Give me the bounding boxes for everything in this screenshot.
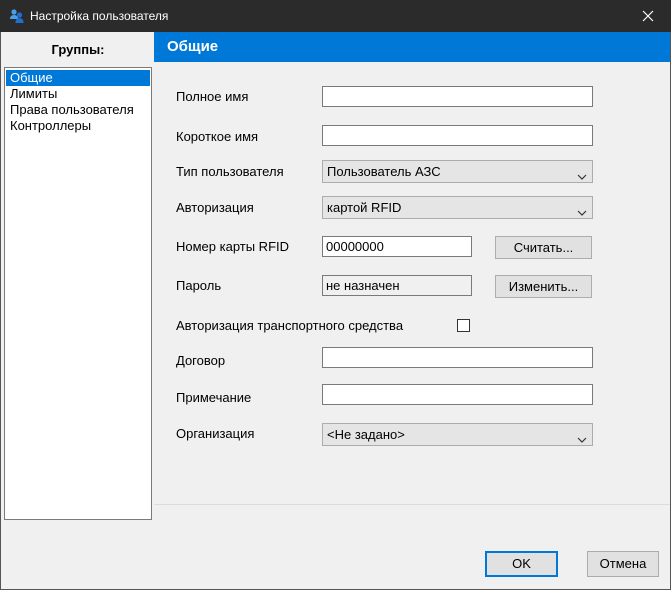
dialog-window: Группы: Общие Лимиты Права пользователя … [0, 32, 671, 590]
user-type-value: Пользователь АЗС [327, 164, 441, 179]
cancel-button[interactable]: Отмена [587, 551, 659, 577]
auth-label: Авторизация [176, 200, 254, 215]
groups-title: Группы: [51, 42, 105, 57]
window-title: Настройка пользователя [30, 9, 169, 23]
close-icon[interactable] [625, 0, 671, 32]
contract-label: Договор [176, 353, 226, 368]
note-label: Примечание [176, 390, 252, 405]
users-icon [9, 8, 25, 24]
auth-select[interactable]: картой RFID [322, 196, 593, 219]
chevron-down-icon [577, 430, 587, 443]
contract-input[interactable] [322, 347, 593, 368]
rfid-input[interactable] [322, 236, 472, 257]
user-type-label: Тип пользователя [176, 164, 284, 179]
read-card-button[interactable]: Считать... [495, 236, 592, 259]
note-input[interactable] [322, 384, 593, 405]
vehicle-auth-label: Авторизация транспортного средства [176, 318, 404, 333]
group-item-limits[interactable]: Лимиты [6, 86, 150, 102]
user-type-select[interactable]: Пользователь АЗС [322, 160, 593, 183]
group-item-general[interactable]: Общие [6, 70, 150, 86]
auth-value: картой RFID [327, 200, 402, 215]
organization-select[interactable]: <Не задано> [322, 423, 593, 446]
groups-list[interactable]: Общие Лимиты Права пользователя Контролл… [4, 67, 152, 520]
full-name-label: Полное имя [176, 89, 249, 104]
organization-value: <Не задано> [327, 427, 405, 442]
rfid-label: Номер карты RFID [176, 239, 290, 254]
title-bar: Настройка пользователя [0, 0, 671, 32]
chevron-down-icon [577, 203, 587, 216]
section-title: Общие [154, 32, 670, 62]
group-item-user-rights[interactable]: Права пользователя [6, 102, 150, 118]
chevron-down-icon [577, 167, 587, 180]
password-label: Пароль [176, 278, 222, 293]
ok-button[interactable]: OK [485, 551, 558, 577]
vehicle-auth-checkbox[interactable] [457, 319, 470, 332]
password-field [322, 275, 472, 296]
group-item-controllers[interactable]: Контроллеры [6, 118, 150, 134]
change-password-button[interactable]: Изменить... [495, 275, 592, 298]
organization-label: Организация [176, 426, 255, 441]
full-name-input[interactable] [322, 86, 593, 107]
short-name-label: Короткое имя [176, 129, 259, 144]
short-name-input[interactable] [322, 125, 593, 146]
form-panel: Полное имя Короткое имя Тип пользователя… [154, 62, 670, 507]
divider [154, 504, 670, 505]
